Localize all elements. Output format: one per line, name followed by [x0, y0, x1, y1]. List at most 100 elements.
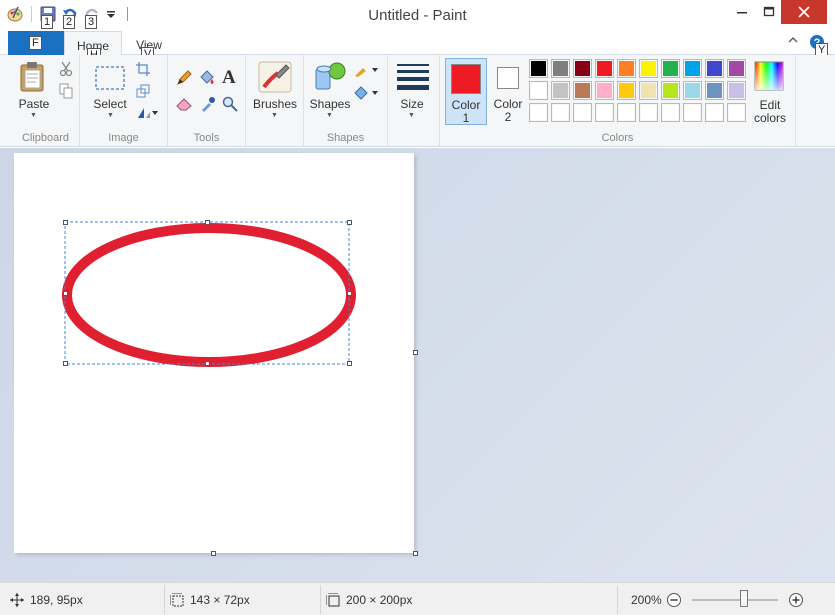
- resize-icon[interactable]: [136, 84, 150, 101]
- size-button[interactable]: [396, 63, 430, 94]
- outline-icon[interactable]: [354, 63, 378, 80]
- drawing-canvas[interactable]: [14, 153, 414, 553]
- zoom-in-button[interactable]: [788, 583, 804, 615]
- clipboard-group: Paste ▼ Clipboard: [12, 55, 80, 147]
- palette-swatch[interactable]: [529, 59, 548, 78]
- zoom-slider-track[interactable]: [692, 599, 778, 601]
- size-dropdown-icon[interactable]: ▼: [408, 112, 415, 119]
- palette-swatch[interactable]: [661, 81, 680, 100]
- palette-swatch-color: [663, 105, 678, 120]
- palette-swatch[interactable]: [727, 59, 746, 78]
- tab-file[interactable]: F: [8, 31, 64, 55]
- palette-swatch[interactable]: [595, 103, 614, 122]
- window-title: Untitled - Paint: [368, 7, 467, 24]
- shape-handle-ne[interactable]: [347, 220, 352, 225]
- palette-swatch[interactable]: [529, 81, 548, 100]
- palette-swatch[interactable]: [529, 103, 548, 122]
- palette-swatch[interactable]: [617, 81, 636, 100]
- maximize-icon: [763, 6, 775, 17]
- palette-swatch[interactable]: [551, 59, 570, 78]
- close-icon: [798, 6, 810, 18]
- canvas-resize-handle-corner[interactable]: [413, 551, 418, 556]
- palette-swatch-color: [531, 61, 546, 76]
- palette-swatch[interactable]: [617, 103, 636, 122]
- zoom-out-button[interactable]: [666, 583, 682, 615]
- palette-swatch[interactable]: [705, 59, 724, 78]
- shape-handle-se[interactable]: [347, 361, 352, 366]
- zoom-slider-thumb[interactable]: [740, 590, 748, 607]
- minimize-ribbon-icon[interactable]: [787, 34, 799, 49]
- line-size-icon: [397, 64, 429, 90]
- copy-icon[interactable]: [59, 83, 73, 102]
- palette-swatch[interactable]: [639, 81, 658, 100]
- palette-swatch[interactable]: [595, 59, 614, 78]
- shape-handle-s[interactable]: [205, 361, 210, 366]
- palette-swatch[interactable]: [683, 59, 702, 78]
- color2-button[interactable]: Color 2: [488, 58, 530, 125]
- text-tool-icon[interactable]: A: [222, 67, 236, 89]
- palette-swatch[interactable]: [595, 81, 614, 100]
- palette-swatch[interactable]: [705, 103, 724, 122]
- cut-icon[interactable]: [59, 61, 73, 80]
- help-icon[interactable]: ? Y: [809, 34, 829, 57]
- palette-swatch[interactable]: [683, 103, 702, 122]
- canvas-size: 200 × 200px: [326, 583, 412, 615]
- palette-swatch[interactable]: [551, 81, 570, 100]
- fill-style-icon[interactable]: [354, 85, 378, 104]
- palette-swatch[interactable]: [661, 103, 680, 122]
- shape-handle-sw[interactable]: [63, 361, 68, 366]
- palette-swatch[interactable]: [573, 81, 592, 100]
- paste-button[interactable]: [18, 61, 48, 96]
- paste-icon: [20, 62, 44, 92]
- canvas-resize-handle-bottom[interactable]: [211, 551, 216, 556]
- select-dropdown-icon[interactable]: ▼: [107, 112, 114, 119]
- palette-swatch-color: [619, 61, 634, 76]
- red-ellipse-shape[interactable]: [62, 223, 356, 367]
- tab-view[interactable]: View V: [124, 31, 174, 61]
- brushes-dropdown-icon[interactable]: ▼: [271, 112, 278, 119]
- palette-swatch-color: [641, 105, 656, 120]
- palette-swatch[interactable]: [573, 103, 592, 122]
- palette-swatch[interactable]: [661, 59, 680, 78]
- shape-handle-e[interactable]: [347, 291, 352, 296]
- canvas-resize-handle-right[interactable]: [413, 350, 418, 355]
- rotate-icon[interactable]: [136, 106, 158, 123]
- fill-icon[interactable]: [198, 68, 216, 89]
- palette-swatch-color: [597, 105, 612, 120]
- color1-swatch: [451, 64, 481, 94]
- brushes-button[interactable]: [258, 61, 292, 96]
- canvas-drawing: [62, 221, 356, 367]
- palette-swatch[interactable]: [705, 81, 724, 100]
- color-picker-icon[interactable]: [200, 96, 216, 115]
- maximize-button[interactable]: [754, 0, 784, 24]
- palette-swatch[interactable]: [727, 103, 746, 122]
- palette-swatch[interactable]: [683, 81, 702, 100]
- crop-icon[interactable]: [136, 62, 150, 79]
- shape-handle-n[interactable]: [205, 220, 210, 225]
- shapes-group: Shapes ▼ Shapes: [304, 55, 388, 147]
- minimize-button[interactable]: [727, 0, 757, 24]
- pencil-icon[interactable]: [176, 70, 192, 89]
- palette-swatch[interactable]: [551, 103, 570, 122]
- select-label: Select: [93, 97, 127, 111]
- tab-home[interactable]: Home H: [64, 31, 122, 62]
- palette-swatch[interactable]: [639, 103, 658, 122]
- palette-swatch[interactable]: [639, 59, 658, 78]
- close-button[interactable]: [781, 0, 827, 24]
- color1-button[interactable]: Color 1: [445, 58, 487, 125]
- paste-dropdown-icon[interactable]: ▼: [30, 112, 37, 119]
- select-button[interactable]: [94, 65, 126, 94]
- shapes-dropdown-icon[interactable]: ▼: [326, 112, 333, 119]
- shape-handle-nw[interactable]: [63, 220, 68, 225]
- eraser-icon[interactable]: [176, 97, 192, 114]
- palette-swatch[interactable]: [573, 59, 592, 78]
- palette-swatch[interactable]: [727, 81, 746, 100]
- shapes-button[interactable]: [314, 61, 348, 96]
- shape-handle-w[interactable]: [63, 291, 68, 296]
- palette-swatch[interactable]: [617, 59, 636, 78]
- tools-group: A Tools: [168, 55, 246, 147]
- brushes-group: Brushes ▼: [246, 55, 304, 147]
- magnifier-icon[interactable]: [222, 96, 238, 115]
- palette-swatch-color: [531, 83, 546, 98]
- edit-colors-button[interactable]: Edit colors: [752, 61, 792, 125]
